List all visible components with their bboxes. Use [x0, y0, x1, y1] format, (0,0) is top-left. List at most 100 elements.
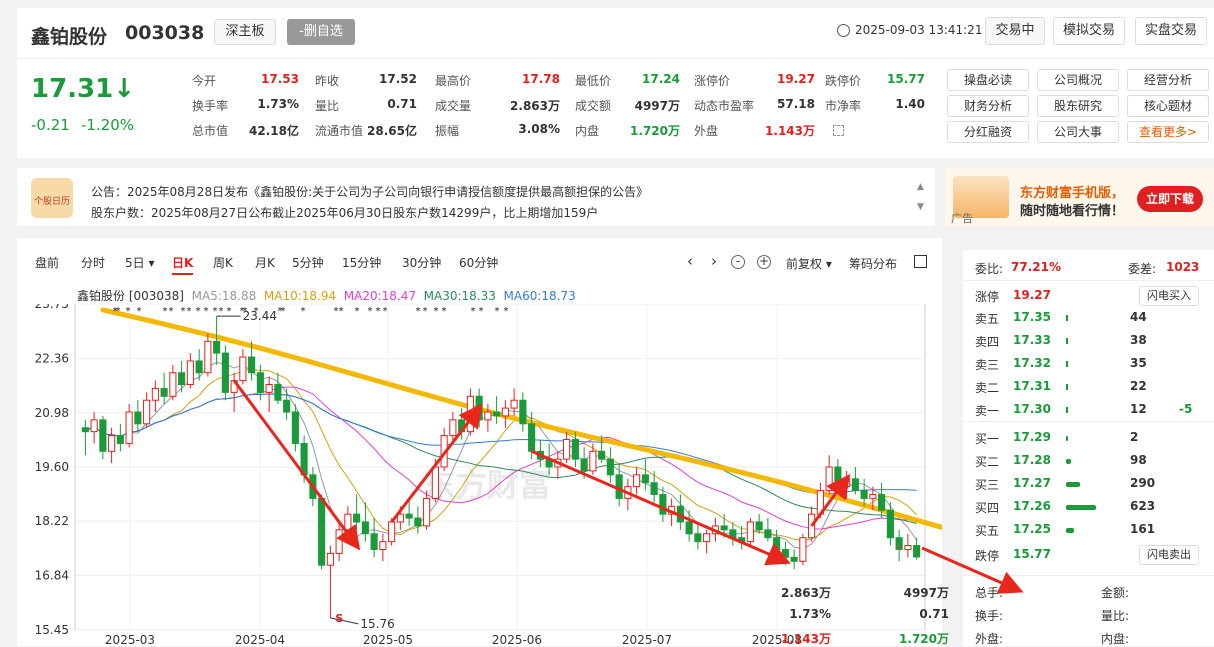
quote-link[interactable]: 公司概况: [1037, 69, 1119, 91]
candle-body: [720, 525, 728, 531]
scroll-up-icon[interactable]: ▲: [917, 182, 924, 192]
chart-tab[interactable]: 月K: [255, 254, 275, 271]
next-icon[interactable]: ›: [711, 252, 717, 270]
bid-label: 买一: [975, 432, 1000, 446]
limit-down-label: 跌停: [975, 549, 1000, 563]
ask-row[interactable]: 卖二 17.31 22: [963, 377, 1213, 399]
signal-marker: *: [383, 306, 388, 317]
bid-row[interactable]: 买五 17.25 161: [963, 520, 1213, 542]
flash-sell-button[interactable]: 闪电卖出: [1139, 545, 1199, 565]
ask-row[interactable]: 卖三 17.32 35: [963, 354, 1213, 376]
bid-row[interactable]: 买二 17.28 98: [963, 451, 1213, 473]
quote-label: 市净率: [825, 99, 862, 113]
limit-down-value: 15.77: [1013, 547, 1051, 561]
ask-row[interactable]: 卖五 17.35 44: [963, 308, 1213, 330]
candle-body: [326, 552, 334, 566]
sell-signal: S: [335, 612, 343, 625]
ask-bar: [1066, 338, 1068, 344]
quote-link[interactable]: 核心题材: [1127, 95, 1209, 117]
bid-price: 17.26: [1013, 499, 1051, 513]
bid-label: 买四: [975, 501, 1000, 515]
board-button[interactable]: 深主板: [214, 19, 276, 45]
quote-value: 1.73%: [257, 97, 299, 111]
stat-label: 外盘:: [975, 632, 1004, 646]
prev-icon[interactable]: ‹: [687, 252, 693, 270]
quote-link[interactable]: 股东研究: [1037, 95, 1119, 117]
chart-tab[interactable]: 30分钟: [402, 254, 441, 271]
candle-body: [589, 450, 597, 472]
quote-link[interactable]: 查看更多>: [1127, 121, 1209, 143]
copy-icon[interactable]: [833, 125, 844, 136]
signal-marker: *: [416, 306, 421, 317]
bid-row[interactable]: 买一 17.29 2: [963, 428, 1213, 450]
sim-trade-button[interactable]: 模拟交易: [1053, 17, 1125, 45]
chart-tab[interactable]: 日K: [172, 254, 194, 275]
bid-bar: [1066, 459, 1071, 464]
chart-tab[interactable]: 5分钟: [292, 254, 324, 271]
quote-link[interactable]: 操盘必读: [947, 69, 1029, 91]
quote-link[interactable]: 经营分析: [1127, 69, 1209, 91]
quote-time: 2025-09-03 13:41:21: [855, 23, 983, 37]
zoom-out-icon[interactable]: -: [731, 255, 745, 269]
notice-line-1[interactable]: 公告：2025年08月28日发布《鑫铂股份:关于公司为子公司向银行申请授信额度提…: [91, 183, 648, 200]
bid-price: 17.29: [1013, 430, 1051, 444]
chart-tab[interactable]: 5日 ▾: [125, 254, 154, 271]
signal-marker: *: [281, 306, 286, 317]
notice-line-2[interactable]: 股东户数：2025年08月27日公布截止2025年06月30日股东户数14299…: [91, 204, 598, 221]
candle-body: [834, 466, 842, 488]
chip-distribution-button[interactable]: 筹码分布: [849, 255, 897, 272]
divider: [17, 58, 1214, 59]
stat-label: 量比:: [1101, 609, 1130, 623]
y-tick-label: 15.45: [35, 623, 69, 637]
bid-bar: [1066, 436, 1068, 441]
limit-up-label: 涨停: [975, 290, 1000, 304]
ask-row[interactable]: 卖四 17.33 38: [963, 331, 1213, 353]
chart-tab[interactable]: 周K: [213, 254, 233, 271]
quote-value: 1.40: [895, 97, 925, 111]
candle-body: [641, 474, 649, 484]
weibi-label: 委比:: [975, 262, 1004, 276]
chart-tab[interactable]: 60分钟: [459, 254, 498, 271]
ask-label: 卖五: [975, 312, 1000, 326]
candle-body: [318, 497, 326, 566]
candle-body: [703, 533, 711, 543]
chart-tab[interactable]: 分时: [81, 254, 105, 271]
bid-row[interactable]: 买三 17.27 290: [963, 474, 1213, 496]
quote-value: 28.65亿: [367, 124, 417, 138]
bid-volume: 161: [1130, 522, 1156, 536]
scroll-down-icon[interactable]: ▼: [917, 202, 924, 212]
quote-value: 42.18亿: [249, 124, 299, 138]
ad-download-button[interactable]: 立即下载: [1137, 186, 1203, 212]
candle-body: [825, 466, 833, 492]
candle-body: [466, 395, 474, 433]
candle-body: [379, 541, 387, 550]
candle-body: [685, 521, 693, 535]
ad-card[interactable]: 广告 东方财富手机版， 随时随地看行情！ 立即下载: [945, 168, 1214, 226]
ask-volume: 22: [1130, 379, 1147, 393]
fullscreen-icon[interactable]: [914, 255, 927, 268]
quote-link[interactable]: 分红融资: [947, 121, 1029, 143]
candle-body: [239, 356, 247, 382]
zoom-in-icon[interactable]: +: [757, 255, 771, 269]
trading-status-button[interactable]: 交易中: [985, 17, 1045, 45]
quote-link[interactable]: 财务分析: [947, 95, 1029, 117]
stat-value: 2.863万: [781, 586, 831, 600]
adjust-select[interactable]: 前复权 ▾: [786, 255, 832, 272]
candle-body: [169, 372, 177, 397]
stat-value: 0.71: [919, 607, 949, 621]
chart-tab[interactable]: 盘前: [35, 254, 59, 271]
candle-body: [659, 493, 667, 515]
quote-link[interactable]: 公司大事: [1037, 121, 1119, 143]
real-trade-button[interactable]: 实盘交易: [1135, 17, 1207, 45]
stat-value: 1.720万: [899, 632, 949, 646]
chart-legend: 鑫铂股份 [003038] MA5:18.88 MA10:18.94 MA20:…: [77, 287, 576, 304]
signal-marker: *: [368, 306, 373, 317]
candle-body: [116, 435, 124, 444]
flash-buy-button[interactable]: 闪电买入: [1139, 286, 1199, 306]
chart-tab[interactable]: 15分钟: [342, 254, 381, 271]
ask-row[interactable]: 卖一 17.30 12 -5: [963, 400, 1213, 422]
bid-bar: [1066, 505, 1096, 510]
remove-watchlist-button[interactable]: -删自选: [287, 19, 355, 45]
quote-label: 总市值: [192, 124, 229, 138]
bid-row[interactable]: 买四 17.26 623: [963, 497, 1213, 519]
